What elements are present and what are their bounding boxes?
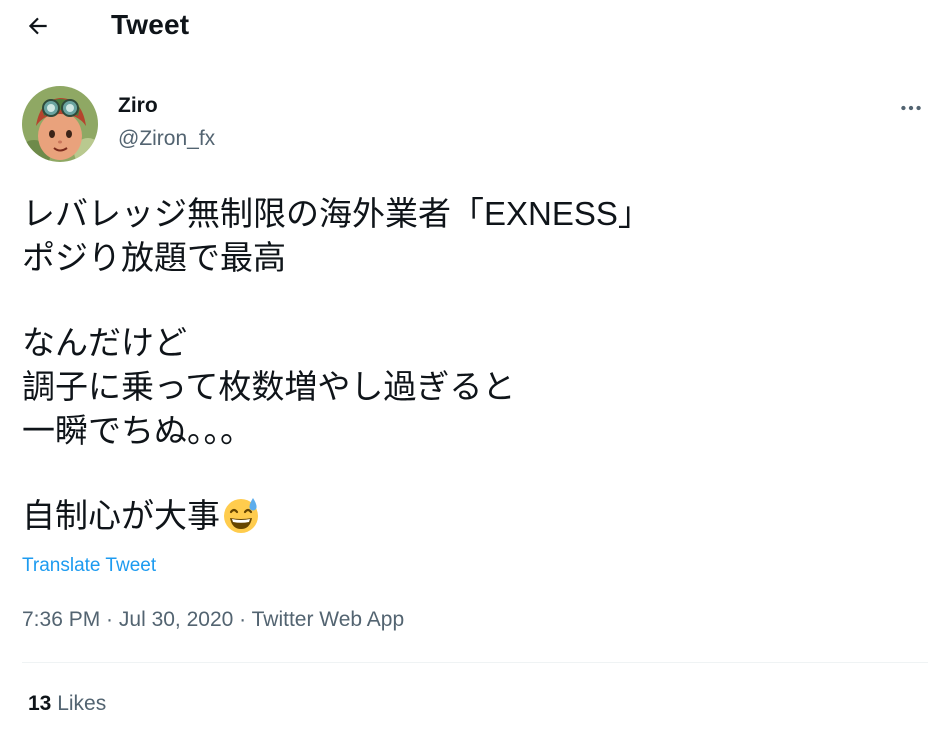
more-horizontal-icon	[901, 105, 921, 111]
arrow-left-icon	[28, 17, 47, 35]
tweet-last-line: 自制心が大事	[22, 494, 922, 538]
avatar-icon	[22, 86, 98, 162]
likes-link[interactable]: 13 Likes	[28, 690, 106, 718]
translate-tweet-link[interactable]: Translate Tweet	[22, 554, 156, 578]
sweat-smile-emoji-icon	[222, 496, 260, 545]
tweet-text: レバレッジ無制限の海外業者「EXNESS」 ポジり放題で最高 なんだけど 調子に…	[22, 192, 922, 538]
tweet-line: なんだけど	[22, 324, 187, 361]
tweet-line: ポジり放題で最高	[22, 239, 286, 276]
author-handle[interactable]: @Ziron_fx	[118, 126, 215, 152]
tweet-header: Tweet	[0, 0, 948, 52]
back-button[interactable]	[18, 6, 58, 46]
page-title: Tweet	[111, 9, 190, 40]
tweet-metadata: 7:36 PM · Jul 30, 2020 · Twitter Web App	[22, 606, 404, 634]
tweet-line: 調子に乗って枚数増やし過ぎると	[22, 368, 516, 405]
tweet-line: 一瞬でちぬ。。。	[22, 412, 253, 449]
more-options-button[interactable]	[893, 90, 929, 126]
likes-count: 13	[28, 692, 52, 715]
avatar[interactable]	[22, 86, 98, 162]
likes-label: Likes	[57, 692, 107, 715]
tweet-line-text: 自制心が大事	[22, 497, 220, 534]
tweet-date-link[interactable]: Jul 30, 2020	[119, 608, 233, 631]
tweet-time-link[interactable]: 7:36 PM	[22, 608, 100, 631]
divider	[22, 662, 928, 663]
meta-separator: ·	[233, 608, 252, 631]
tweet-line: レバレッジ無制限の海外業者「EXNESS」	[22, 195, 651, 232]
meta-separator: ·	[100, 608, 119, 631]
author-name[interactable]: Ziro	[118, 93, 158, 119]
tweet-source-link[interactable]: Twitter Web App	[252, 608, 405, 631]
